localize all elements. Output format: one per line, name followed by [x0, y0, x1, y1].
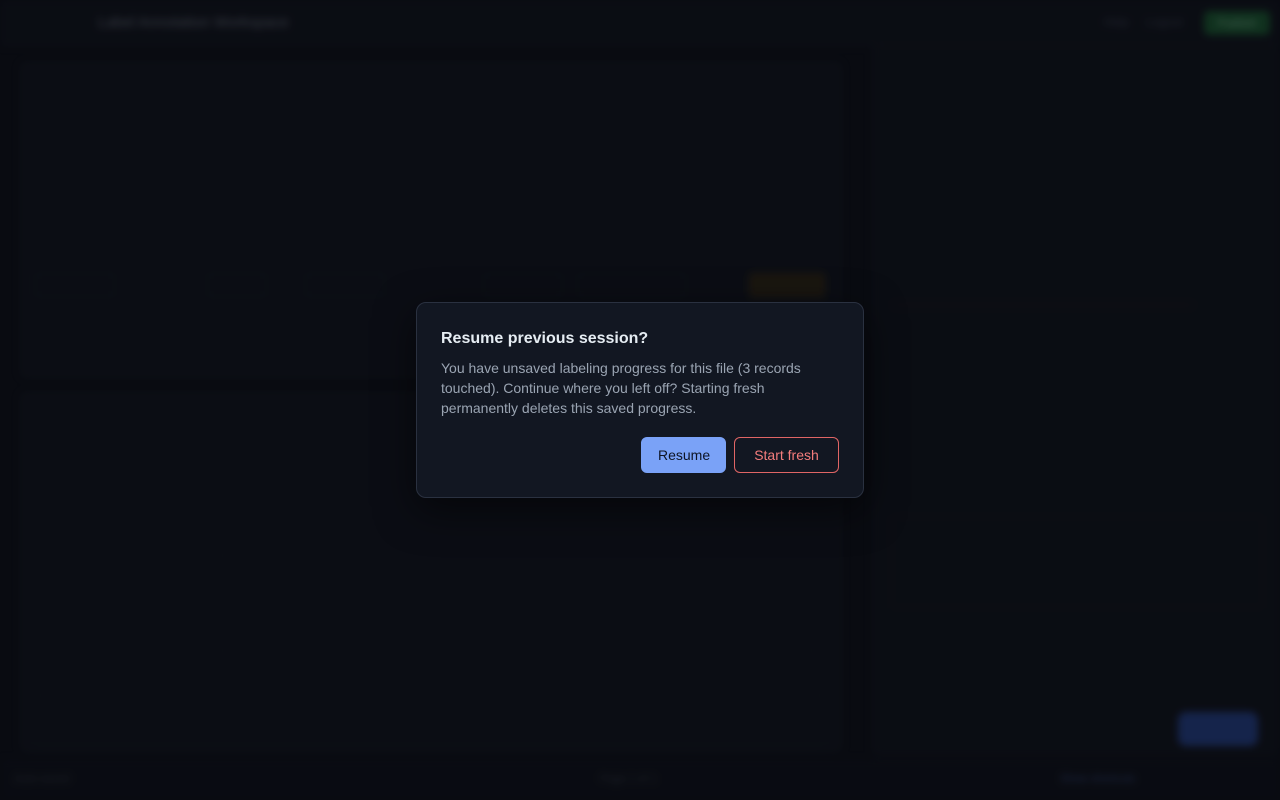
resume-session-dialog: Resume previous session? You have unsave…	[416, 302, 864, 498]
resume-button[interactable]: Resume	[641, 437, 726, 473]
dialog-message: You have unsaved labeling progress for t…	[441, 360, 801, 416]
start-fresh-button[interactable]: Start fresh	[734, 437, 839, 473]
dialog-title: Resume previous session?	[441, 330, 649, 347]
dialog-actions: Resume Start fresh	[641, 437, 839, 473]
